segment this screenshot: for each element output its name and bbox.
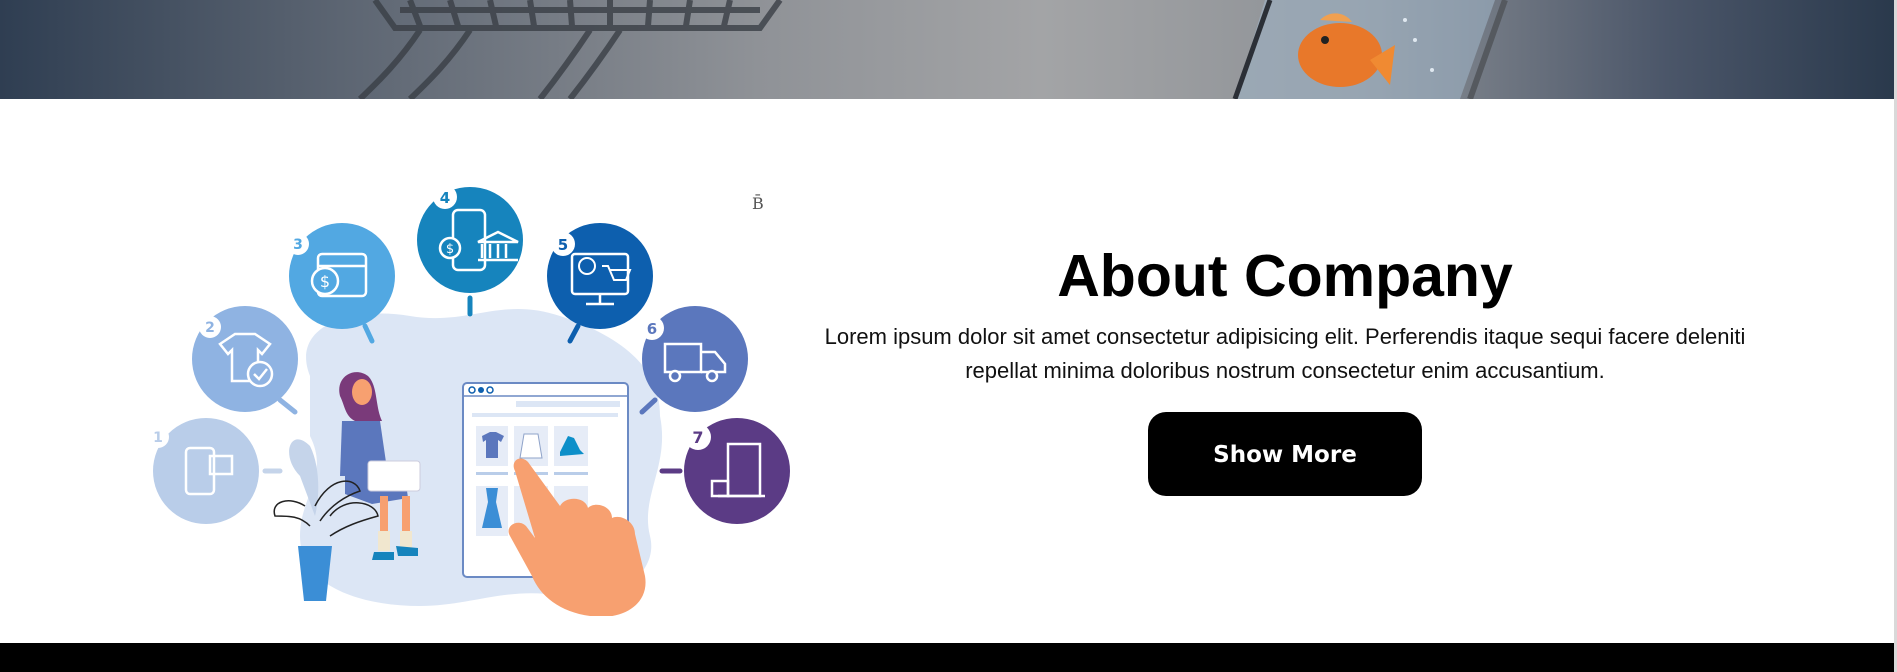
step-3-payment-card-icon: $ 3 [287,223,395,329]
svg-text:$: $ [446,242,454,257]
svg-text:6: 6 [647,320,657,338]
svg-text:3: 3 [293,237,303,253]
show-more-button[interactable]: Show More [1148,412,1422,496]
hero-banner-image [0,0,1894,99]
svg-text:4: 4 [440,189,450,207]
about-illustration: 1 2 $ 3 $ 4 5 6 7 [140,176,800,617]
about-content: About Company Lorem ipsum dolor sit amet… [820,240,1750,496]
svg-text:2: 2 [205,320,215,336]
step-7-door-delivery-icon: 7 [684,418,790,524]
section-description: Lorem ipsum dolor sit amet consectetur a… [824,324,1746,383]
svg-text:$: $ [320,272,330,291]
section-title: About Company [1057,243,1513,309]
text-marker: B̄ [752,194,764,213]
svg-text:5: 5 [558,236,568,254]
svg-text:1: 1 [153,430,163,446]
step-4-mobile-bank-transfer-icon: $ 4 [417,185,523,293]
step-5-online-cart-icon: 5 [547,223,653,329]
step-2-tshirt-check-icon: 2 [192,306,298,412]
svg-text:7: 7 [692,428,703,447]
footer [0,643,1894,672]
step-1-mobile-shopping-icon: 1 [147,418,259,524]
